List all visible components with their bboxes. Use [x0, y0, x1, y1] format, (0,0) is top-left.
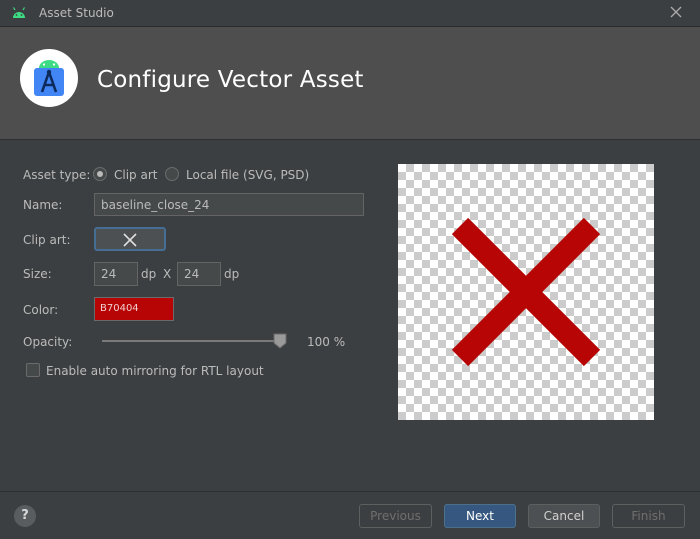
android-icon [12, 7, 26, 18]
width-unit: dp [141, 267, 157, 281]
opacity-slider-thumb[interactable] [273, 333, 287, 349]
height-unit: dp [224, 267, 240, 281]
finish-button[interactable]: Finish [612, 504, 685, 528]
clip-art-button[interactable] [94, 227, 166, 251]
asset-preview [398, 164, 654, 420]
window-close-icon[interactable] [669, 5, 683, 19]
color-label: Color: [23, 303, 59, 317]
clip-art-radio[interactable] [93, 167, 107, 181]
page-title: Configure Vector Asset [97, 67, 364, 93]
local-file-radio[interactable] [165, 167, 179, 181]
asset-type-label: Asset type: [23, 168, 91, 182]
width-input[interactable]: 24 [94, 262, 138, 286]
opacity-value: 100 % [307, 335, 346, 349]
height-input[interactable]: 24 [177, 262, 221, 286]
help-button[interactable]: ? [14, 505, 36, 527]
name-label: Name: [23, 198, 63, 212]
color-picker[interactable]: B70404 [94, 297, 174, 321]
close-icon [123, 233, 137, 247]
name-input[interactable]: baseline_close_24 [94, 193, 364, 216]
clip-art-label: Clip art: [23, 233, 71, 247]
previous-button[interactable]: Previous [359, 504, 432, 528]
next-button[interactable]: Next [444, 504, 516, 528]
title-bar: Asset Studio [0, 0, 700, 27]
rtl-mirroring-label[interactable]: Enable auto mirroring for RTL layout [46, 364, 264, 378]
local-file-radio-label[interactable]: Local file (SVG, PSD) [186, 168, 309, 182]
size-label: Size: [23, 267, 52, 281]
window-title: Asset Studio [39, 6, 114, 20]
wizard-header: Configure Vector Asset [0, 27, 700, 140]
size-separator: X [163, 267, 172, 281]
wizard-footer: ? Previous Next Cancel Finish [0, 491, 700, 539]
opacity-slider-track[interactable] [102, 340, 284, 342]
android-studio-icon [34, 60, 64, 96]
android-studio-logo [20, 49, 78, 107]
opacity-label: Opacity: [23, 335, 73, 349]
cancel-button[interactable]: Cancel [528, 504, 600, 528]
rtl-mirroring-checkbox[interactable] [26, 363, 40, 377]
clip-art-radio-label[interactable]: Clip art [114, 168, 157, 182]
close-icon [451, 217, 601, 367]
